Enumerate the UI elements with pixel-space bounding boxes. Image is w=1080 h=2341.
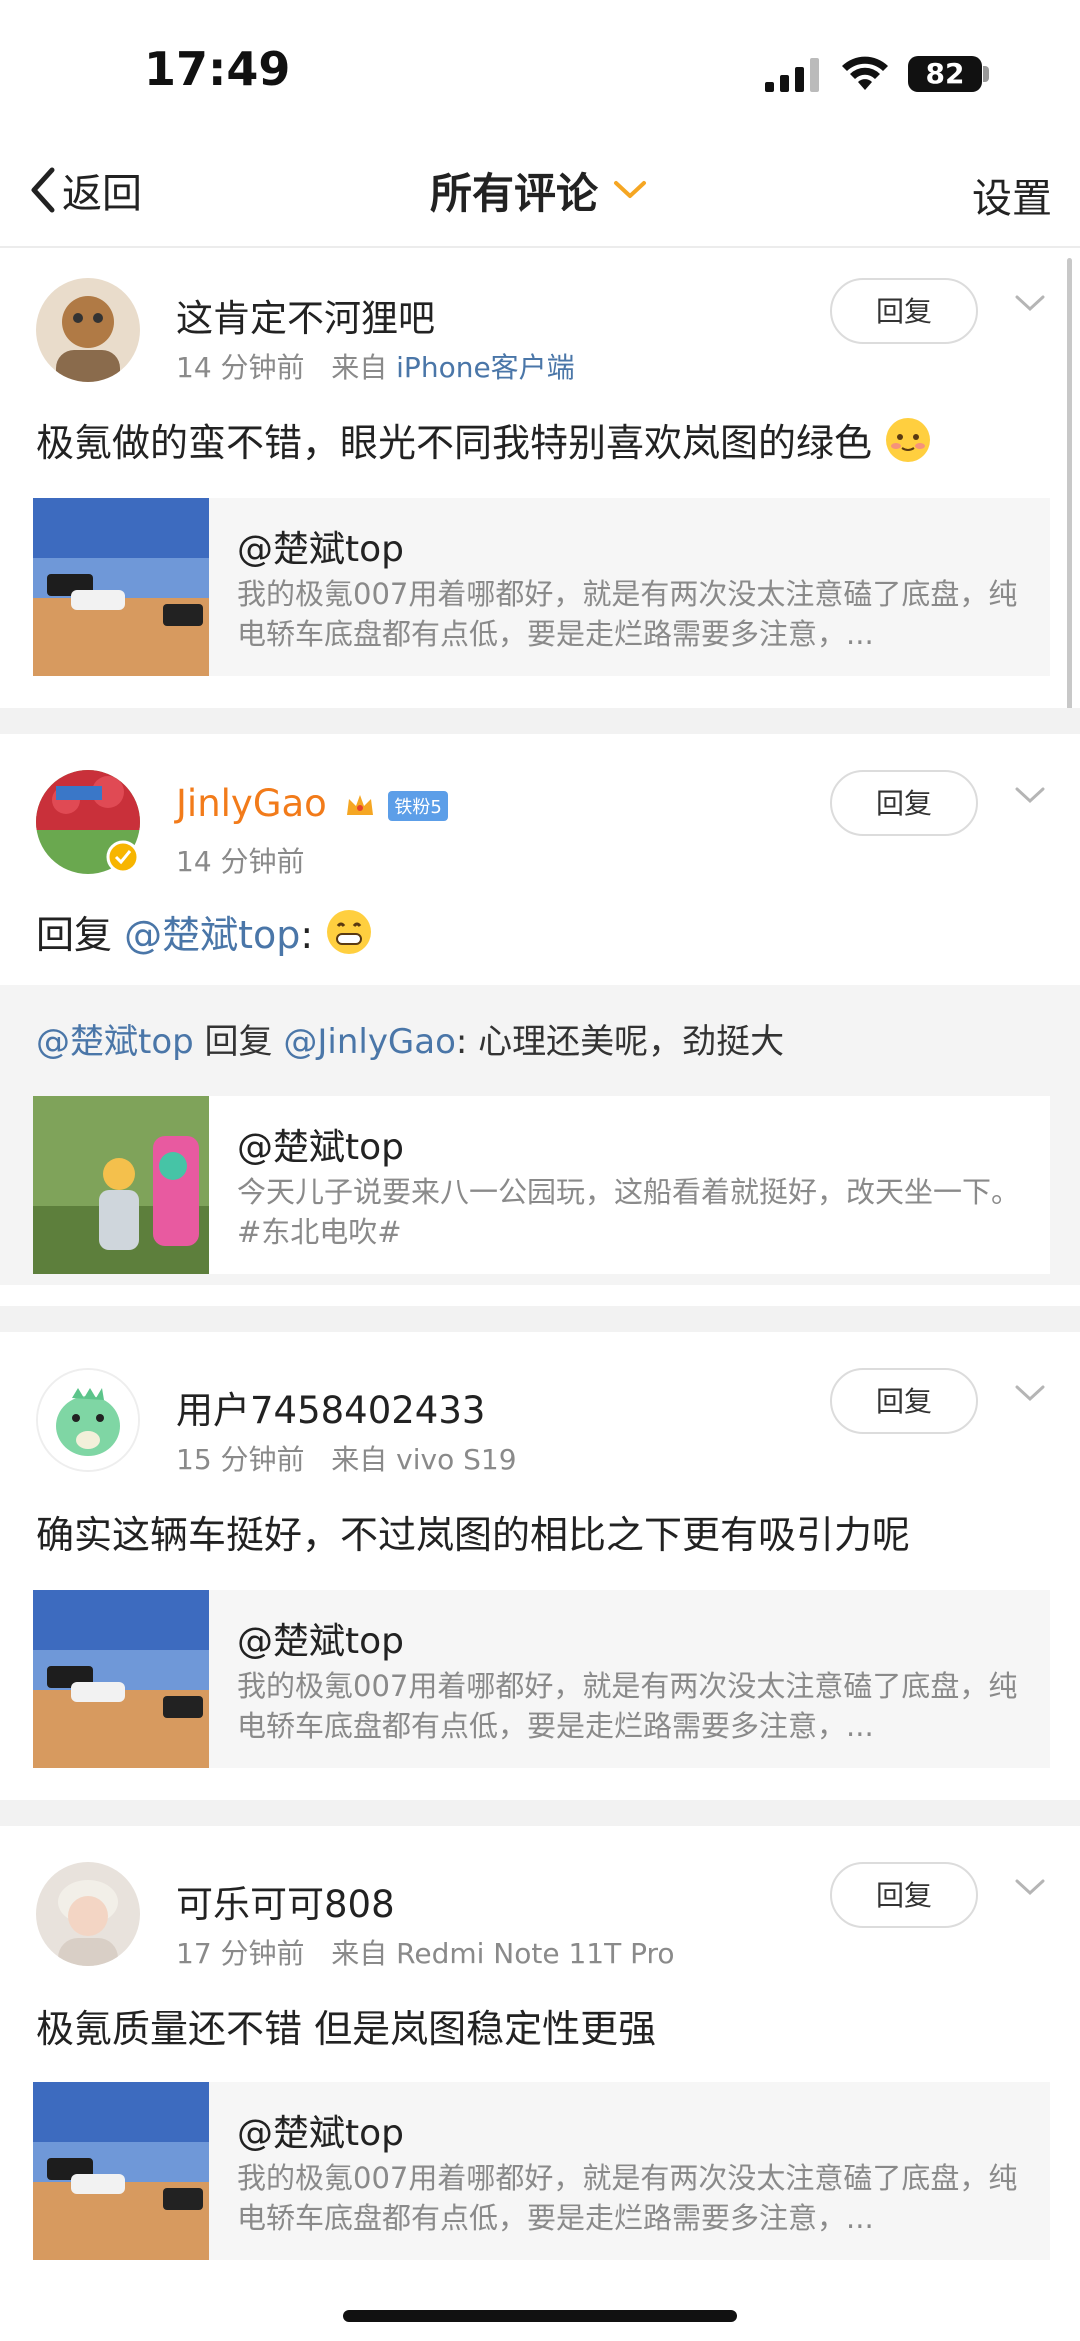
verified-badge-icon — [106, 840, 140, 874]
card-thumbnail — [33, 1096, 209, 1274]
card-thumbnail — [33, 2082, 209, 2260]
avatar[interactable] — [36, 278, 140, 382]
card-description: 今天儿子说要来八一公园玩，这船看着就挺好，改天坐一下。 #东北电吹# — [237, 1175, 1021, 1249]
weibo-card[interactable]: @楚斌top 我的极氪007用着哪都好，就是有两次没太注意磕了底盘，纯电轿车底盘… — [33, 1590, 1050, 1768]
card-thumbnail — [33, 498, 209, 676]
blush-emoji-icon — [884, 418, 932, 465]
comment-time: 14 分钟前 — [176, 845, 305, 878]
comment-text: 极氪质量还不错 但是岚图稳定性更强 — [36, 2007, 657, 2051]
status-time: 17:49 — [144, 42, 291, 96]
weibo-card[interactable]: @楚斌top 我的极氪007用着哪都好，就是有两次没太注意磕了底盘，纯电轿车底盘… — [33, 498, 1050, 676]
mention-link[interactable]: @JinlyGao — [283, 1022, 456, 1062]
avatar[interactable] — [36, 1368, 140, 1472]
fan-level-badge: 铁粉5 — [388, 790, 448, 821]
section-separator — [0, 1306, 1080, 1332]
from-label: 来自 — [331, 351, 388, 384]
comment-text: 回复 @楚斌top: — [36, 904, 373, 959]
reply-button[interactable]: 回复 — [830, 770, 978, 836]
card-thumbnail — [33, 1590, 209, 1768]
mention-link[interactable]: @楚斌top — [36, 1022, 194, 1062]
device-name: iPhone客户端 — [396, 351, 575, 384]
comment-time: 14 分钟前 — [176, 351, 305, 384]
comment-text: 确实这辆车挺好，不过岚图的相比之下更有吸引力呢 — [36, 1513, 911, 1557]
chevron-down-icon[interactable] — [1014, 786, 1046, 806]
comment-meta: 15 分钟前 来自 vivo S19 — [176, 1438, 517, 1478]
reply-button[interactable]: 回复 — [830, 1862, 978, 1928]
reply-button[interactable]: 回复 — [830, 1368, 978, 1434]
card-author: @楚斌top — [237, 1127, 404, 1168]
username[interactable]: 可乐可可808 — [176, 1874, 395, 1928]
from-label: 来自 — [331, 1937, 388, 1970]
comment-time: 15 分钟前 — [176, 1443, 305, 1476]
comment-text: 极氪做的蛮不错，眼光不同我特别喜欢岚图的绿色 — [36, 412, 932, 467]
back-label: 返回 — [62, 171, 142, 217]
scrollbar[interactable] — [1067, 258, 1072, 728]
device-name: Redmi Note 11T Pro — [396, 1937, 675, 1970]
battery-cap — [983, 66, 989, 82]
chevron-down-icon[interactable] — [1014, 1878, 1046, 1898]
reply-button[interactable]: 回复 — [830, 278, 978, 344]
card-author: @楚斌top — [237, 1621, 404, 1662]
settings-button[interactable]: 设置 — [972, 166, 1052, 224]
chevron-down-icon[interactable] — [1014, 294, 1046, 314]
username[interactable]: JinlyGao 铁粉5 — [176, 782, 448, 825]
chevron-down-icon[interactable] — [1014, 1384, 1046, 1404]
back-button[interactable]: 返回 — [28, 160, 142, 220]
cellular-signal-icon — [765, 58, 819, 92]
comment-meta: 14 分钟前 来自 iPhone客户端 — [176, 346, 575, 386]
section-separator — [0, 1800, 1080, 1826]
grin-emoji-icon — [325, 910, 373, 957]
chevron-down-icon — [614, 181, 647, 198]
weibo-card[interactable]: @楚斌top 我的极氪007用着哪都好，就是有两次没太注意磕了底盘，纯电轿车底盘… — [33, 2082, 1050, 2260]
page-title: 所有评论 — [430, 168, 599, 218]
username[interactable]: 用户7458402433 — [176, 1380, 485, 1434]
crown-icon — [346, 794, 373, 815]
comment-filter-dropdown[interactable]: 所有评论 — [430, 160, 648, 220]
username[interactable]: 这肯定不河狸吧 — [176, 288, 435, 342]
card-description: 我的极氪007用着哪都好，就是有两次没太注意磕了底盘，纯电轿车底盘都有点低，要是… — [237, 1669, 1018, 1743]
section-separator — [0, 708, 1080, 734]
device-name: vivo S19 — [396, 1443, 517, 1476]
comment-meta: 17 分钟前 来自 Redmi Note 11T Pro — [176, 1932, 675, 1972]
comment-time: 17 分钟前 — [176, 1937, 305, 1970]
mention-link[interactable]: @楚斌top — [124, 913, 300, 957]
weibo-card[interactable]: @楚斌top 今天儿子说要来八一公园玩，这船看着就挺好，改天坐一下。 #东北电吹… — [33, 1096, 1050, 1274]
home-indicator[interactable] — [343, 2310, 737, 2322]
back-chevron-icon — [31, 167, 55, 213]
wifi-icon — [842, 56, 888, 90]
card-author: @楚斌top — [237, 529, 404, 570]
card-author: @楚斌top — [237, 2113, 404, 2154]
battery-indicator: 82 — [908, 56, 982, 92]
from-label: 来自 — [331, 1443, 388, 1476]
reply-quote-text: @楚斌top 回复 @JinlyGao: 心理还美呢，劲挺大 — [36, 1022, 785, 1062]
nav-divider — [0, 246, 1080, 248]
avatar[interactable] — [36, 1862, 140, 1966]
card-description: 我的极氪007用着哪都好，就是有两次没太注意磕了底盘，纯电轿车底盘都有点低，要是… — [237, 2161, 1018, 2235]
card-description: 我的极氪007用着哪都好，就是有两次没太注意磕了底盘，纯电轿车底盘都有点低，要是… — [237, 577, 1018, 651]
